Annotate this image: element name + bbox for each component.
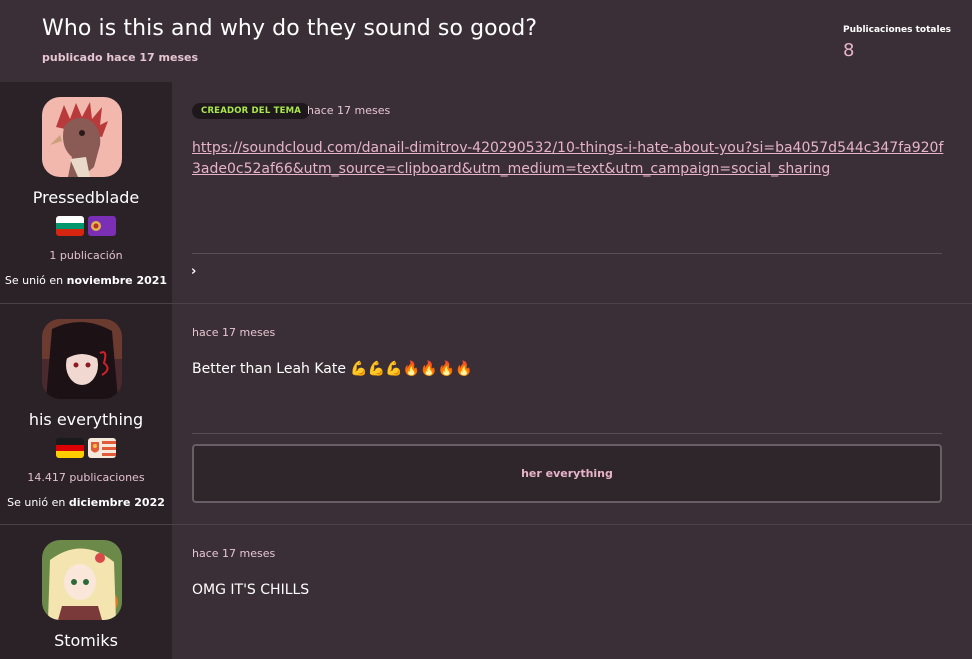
total-posts-label: Publicaciones totales (843, 25, 952, 35)
post-content: CREADOR DEL TEMA hace 17 meses https://s… (172, 82, 972, 303)
thread-header: Who is this and why do they sound so goo… (0, 0, 972, 82)
username[interactable]: Pressedblade (0, 188, 172, 207)
post-count: 1 publicación (49, 249, 123, 262)
avatar[interactable] (42, 97, 122, 177)
post-author-panel: his everything 14.417 publicaciones Se u… (0, 304, 172, 524)
total-posts-value: 8 (843, 40, 855, 61)
coat-of-arms-flag-icon (88, 438, 116, 458)
post-text: Better than Leah Kate 💪💪💪🔥🔥🔥🔥 (192, 361, 473, 377)
join-date: Se unió en diciembre 2022 (7, 496, 165, 509)
post-author-panel: Stomiks (0, 525, 172, 659)
thread-title: Who is this and why do they sound so goo… (42, 16, 538, 41)
post-author-panel: Pressedblade 1 publicación Se unió en no… (0, 82, 172, 303)
join-date: Se unió en noviembre 2021 (4, 274, 168, 287)
post-time: hace 17 meses (307, 104, 391, 117)
topic-creator-badge: CREADOR DEL TEMA (192, 103, 311, 119)
avatar[interactable] (42, 540, 122, 620)
post-content: hace 17 meses Better than Leah Kate 💪💪💪🔥… (172, 304, 972, 524)
post-link[interactable]: https://soundcloud.com/danail-dimitrov-4… (192, 138, 944, 180)
post-divider (192, 433, 942, 434)
username[interactable]: his everything (0, 410, 172, 429)
purple-emblem-flag-icon (88, 216, 116, 236)
post-content: hace 17 meses OMG IT'S CHILLS (172, 525, 972, 659)
post-count: 14.417 publicaciones (27, 471, 145, 484)
user-badges (0, 438, 172, 458)
post-time: hace 17 meses (192, 326, 276, 339)
username[interactable]: Stomiks (0, 631, 172, 650)
chevron-right-icon[interactable]: › (191, 264, 196, 279)
thread-posted-time: publicado hace 17 meses (42, 51, 199, 64)
post-2: his everything 14.417 publicaciones Se u… (0, 303, 972, 524)
user-signature: her everything (192, 444, 942, 503)
post-text: OMG IT'S CHILLS (192, 582, 310, 598)
bulgaria-flag-icon (56, 216, 84, 236)
post-3: Stomiks hace 17 meses OMG IT'S CHILLS (0, 524, 972, 659)
post-divider (192, 253, 942, 254)
avatar[interactable] (42, 319, 122, 399)
post-1: Pressedblade 1 publicación Se unió en no… (0, 82, 972, 303)
post-time: hace 17 meses (192, 547, 276, 560)
user-badges (0, 216, 172, 236)
germany-flag-icon (56, 438, 84, 458)
